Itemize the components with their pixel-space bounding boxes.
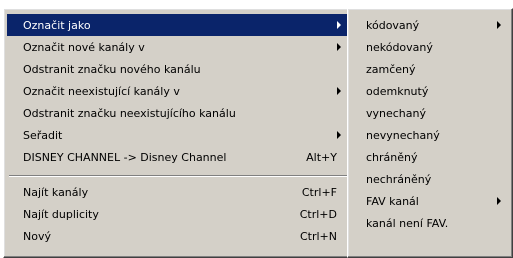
submenu-arrow-icon [497, 21, 501, 29]
menu-item-label: Odstranit značku neexistujícího kanálu [23, 106, 236, 120]
menu-item-novy[interactable]: Nový Ctrl+N [7, 225, 349, 247]
menu-item-odstranit-znacku-noveho[interactable]: Odstranit značku nového kanálu [7, 58, 349, 80]
submenu-item-kanal-neni-fav[interactable]: kanál není FAV. [351, 212, 509, 234]
menu-item-label: Najít kanály [23, 185, 89, 199]
menu-item-seradit[interactable]: Seřadit [7, 124, 349, 146]
submenu-arrow-icon [337, 131, 341, 139]
submenu-item-nechraneny[interactable]: nechráněný [351, 168, 509, 190]
submenu-item-chraneny[interactable]: chráněný [351, 146, 509, 168]
menu-item-najit-duplicity[interactable]: Najít duplicity Ctrl+D [7, 203, 349, 225]
menu-item-disney-rename[interactable]: DISNEY CHANNEL -> Disney Channel Alt+Y [7, 146, 349, 168]
submenu-item-fav-kanal[interactable]: FAV kanál [351, 190, 509, 212]
submenu-arrow-icon [337, 21, 341, 29]
menu-item-oznacit-jako[interactable]: Označit jako [7, 14, 349, 36]
submenu-item-label: nevynechaný [366, 128, 440, 142]
submenu-item-label: zamčený [366, 62, 416, 76]
menu-item-label: Najít duplicity [23, 207, 99, 221]
submenu-arrow-icon [497, 197, 501, 205]
menu-item-odstranit-znacku-neexistujiciho[interactable]: Odstranit značku neexistujícího kanálu [7, 102, 349, 124]
submenu-item-vynechany[interactable]: vynechaný [351, 102, 509, 124]
menu-item-label: Označit nové kanály v [23, 40, 145, 54]
submenu-arrow-icon [337, 43, 341, 51]
menu-item-label: Označit neexistující kanály v [23, 84, 180, 98]
submenu-item-label: nekódovaný [366, 40, 433, 54]
submenu-item-label: kódovaný [366, 18, 420, 32]
submenu-item-nevynechany[interactable]: nevynechaný [351, 124, 509, 146]
submenu-item-label: FAV kanál [366, 194, 419, 208]
submenu-oznacit-jako: kódovaný nekódovaný zamčený odemknutý vy… [347, 8, 513, 258]
menu-item-label: Seřadit [23, 128, 63, 142]
shortcut-label: Ctrl+F [301, 185, 337, 199]
menu-item-label: Nový [23, 229, 51, 243]
submenu-item-label: kanál není FAV. [366, 216, 449, 230]
shortcut-label: Ctrl+D [299, 207, 337, 221]
shortcut-label: Alt+Y [306, 150, 337, 164]
submenu-item-label: odemknutý [366, 84, 429, 98]
menu-item-label: Odstranit značku nového kanálu [23, 62, 201, 76]
submenu-item-zamceny[interactable]: zamčený [351, 58, 509, 80]
menu-item-najit-kanaly[interactable]: Najít kanály Ctrl+F [7, 181, 349, 203]
submenu-item-label: vynechaný [366, 106, 427, 120]
menu-item-oznacit-nove-kanaly[interactable]: Označit nové kanály v [7, 36, 349, 58]
submenu-item-label: nechráněný [366, 172, 432, 186]
submenu-item-label: chráněný [366, 150, 418, 164]
context-menu: Označit jako Označit nové kanály v Odstr… [3, 8, 353, 258]
menu-item-oznacit-neexistujici[interactable]: Označit neexistující kanály v [7, 80, 349, 102]
submenu-arrow-icon [337, 87, 341, 95]
shortcut-label: Ctrl+N [299, 229, 337, 243]
submenu-item-odemknuty[interactable]: odemknutý [351, 80, 509, 102]
submenu-item-nekodovany[interactable]: nekódovaný [351, 36, 509, 58]
menu-separator [9, 175, 347, 177]
submenu-item-kodovany[interactable]: kódovaný [351, 14, 509, 36]
menu-item-label: DISNEY CHANNEL -> Disney Channel [23, 150, 227, 164]
menu-item-label: Označit jako [23, 18, 91, 32]
